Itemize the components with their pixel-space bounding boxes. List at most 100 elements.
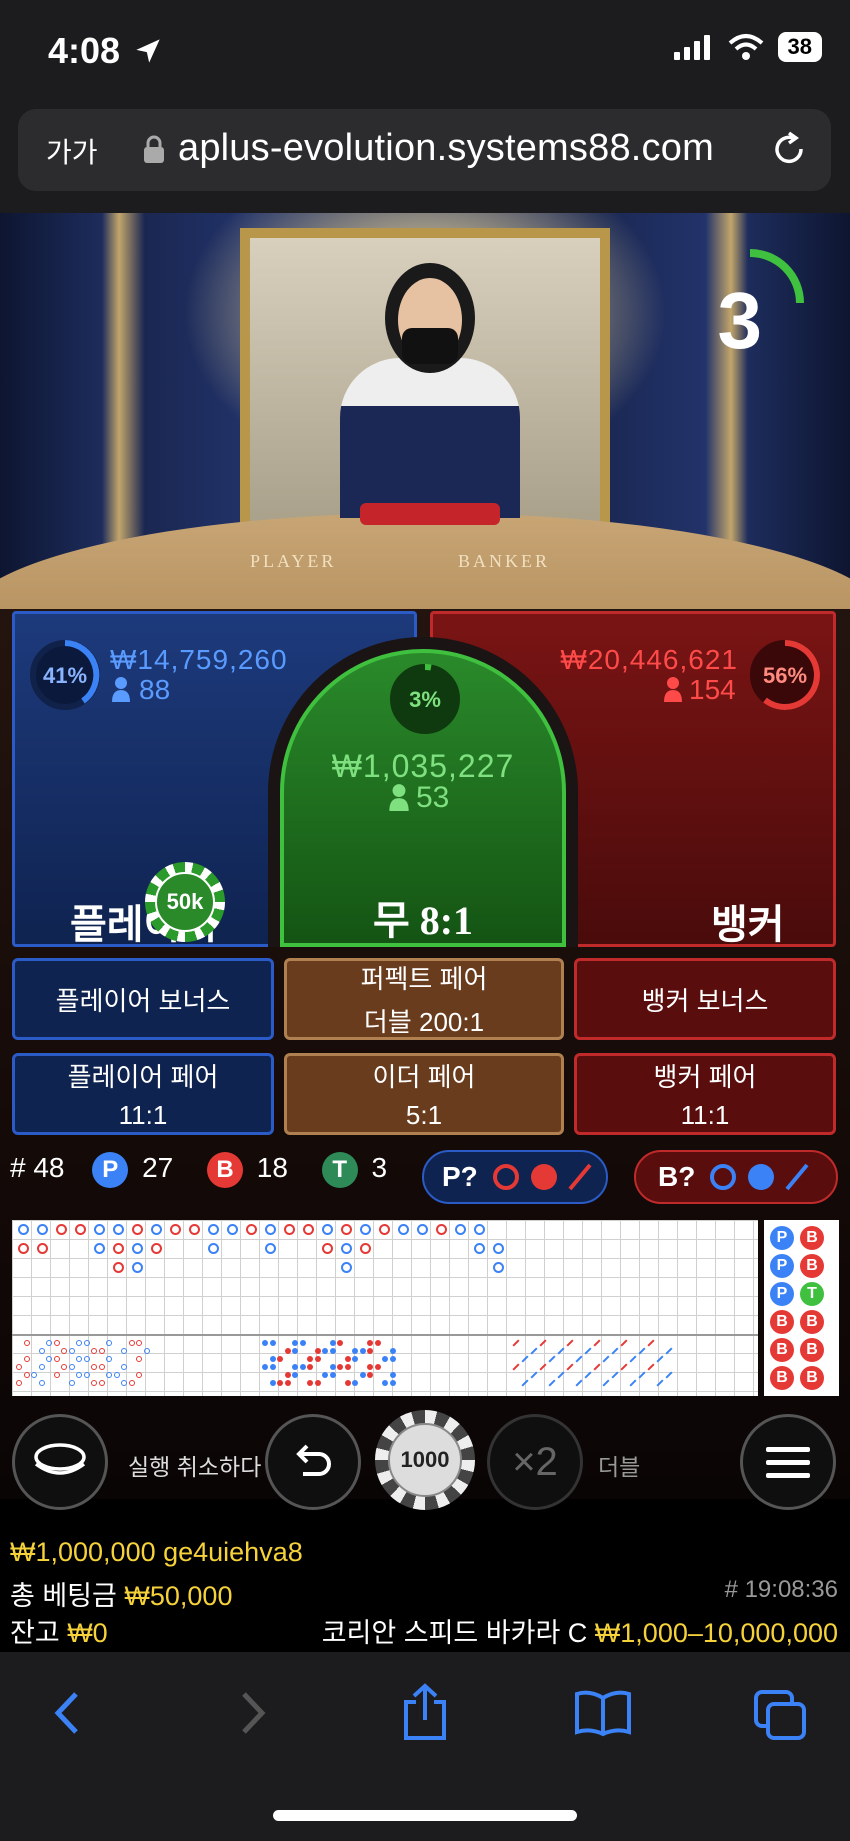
road-mark [38,1348,45,1354]
banker-win-count: 18 [256,1152,288,1183]
player-pair-button[interactable]: 플레이어 페어 11:1 [12,1053,274,1135]
perfect-pair-button[interactable]: 퍼펙트 페어 더블 200:1 [284,958,564,1040]
road-mark [121,1380,127,1386]
road-mark [113,1243,124,1254]
road-mark [18,1243,29,1254]
undo-button[interactable] [265,1414,361,1510]
bookmarks-icon[interactable] [574,1688,632,1738]
road-mark [665,1371,673,1379]
url-text[interactable]: aplus-evolution.systems88.com [178,127,714,170]
placed-chip[interactable]: 50k [145,862,225,942]
back-icon[interactable] [48,1688,88,1738]
road-mark [557,1347,565,1355]
home-indicator [273,1810,577,1821]
road-mark [521,1355,529,1363]
live-video: PLAYER BANKER 3 [0,213,850,613]
road-mark [359,1372,366,1378]
road-mark [121,1348,127,1354]
player-bonus-button[interactable]: 플레이어 보너스 [12,958,274,1040]
road-mark [76,1372,82,1378]
road-mark [436,1224,447,1235]
menu-button[interactable] [740,1414,836,1510]
road-mark [629,1379,637,1387]
road-mark [76,1356,82,1362]
predict-icons [710,1163,809,1191]
road-mark [284,1380,291,1386]
total-bet-label: 총 베팅금 [10,1581,117,1611]
road-mark [341,1224,352,1235]
road-mark [360,1243,371,1254]
clock-text: 4:08 [48,30,121,71]
status-time: 4:08 [48,30,162,72]
road-mark [344,1364,351,1370]
road-mark [521,1379,529,1387]
road-mark [557,1371,565,1379]
road-mark [337,1364,343,1370]
road-mark [68,1364,75,1370]
table-label-banker: BANKER [458,551,551,571]
dealer-belt [360,503,500,525]
road-mark [136,1356,142,1362]
player-total-amount: ₩14,759,260 [110,644,288,675]
forward-icon[interactable] [232,1688,272,1738]
banker-pair-button[interactable]: 뱅커 페어 11:1 [574,1053,836,1135]
banker-bonus-button[interactable]: 뱅커 보너스 [574,958,836,1040]
road-mark [389,1372,396,1378]
road-mark [23,1372,30,1378]
road-mark [284,1372,291,1378]
road-mark [246,1224,257,1235]
tie-label: 무 8:1 [372,898,474,943]
road-mark [208,1243,219,1254]
road-mark [136,1340,142,1346]
banker-predict-button[interactable]: B? [634,1150,838,1204]
road-mark [474,1224,485,1235]
balance-user: ₩1,000,000 ge4uiehva8 [10,1537,303,1567]
address-bar[interactable]: 가가 aplus-evolution.systems88.com [18,109,831,191]
bead-road[interactable]: PBPBPTBBBBBB [764,1220,839,1396]
countdown-timer: 3 [717,276,763,365]
table-info-line: 코리안 스피드 바카라 C ₩1,000–10,000,000 [322,1611,838,1650]
reload-icon[interactable] [769,129,809,169]
dealer-head [385,263,475,373]
chip-stack-button[interactable] [12,1414,108,1510]
player-win-badge: P [92,1152,129,1188]
chip-stack-icon [34,1443,86,1475]
text-size-button[interactable]: 가가 [46,131,98,171]
road-mark [265,1243,276,1254]
road-mark [455,1224,466,1235]
road-mark [611,1347,619,1355]
chip-value: 50k [155,872,215,932]
bet-limits: ₩1,000–10,000,000 [594,1618,838,1648]
road-mark [299,1364,306,1370]
player-win-count: 27 [142,1152,174,1183]
road-mark [512,1339,520,1347]
predict-icons [492,1163,592,1191]
road-mark [344,1380,351,1386]
scoreboard-road[interactable] [12,1220,758,1396]
player-person-icon [112,677,130,702]
road-mark [337,1340,343,1346]
banker-pair-label: 뱅커 페어 [653,1062,757,1092]
road-mark [113,1372,120,1378]
road-mark [170,1224,181,1235]
road-mark [367,1348,373,1354]
road-mark [656,1379,664,1387]
road-mark [398,1224,409,1235]
road-mark [584,1371,592,1379]
road-mark [262,1340,268,1346]
road-mark [61,1348,67,1354]
bead-mark: T [800,1282,824,1306]
tie-bet-spot[interactable]: 3% ₩1,035,227 53 무 8:1 [280,649,566,947]
either-pair-button[interactable]: 이더 페어 5:1 [284,1053,564,1135]
bead-mark: B [800,1366,824,1390]
tabs-icon[interactable] [752,1688,808,1742]
road-mark [417,1224,428,1235]
perfect-pair-odds: 더블 200:1 [363,1007,485,1037]
road-mark [277,1356,283,1362]
player-predict-button[interactable]: P? [422,1150,608,1204]
chip-selector[interactable]: 1000 [375,1410,475,1510]
road-mark [307,1364,313,1370]
double-button[interactable]: ×2 [487,1414,583,1510]
share-icon[interactable] [400,1682,450,1742]
road-mark [314,1348,321,1354]
